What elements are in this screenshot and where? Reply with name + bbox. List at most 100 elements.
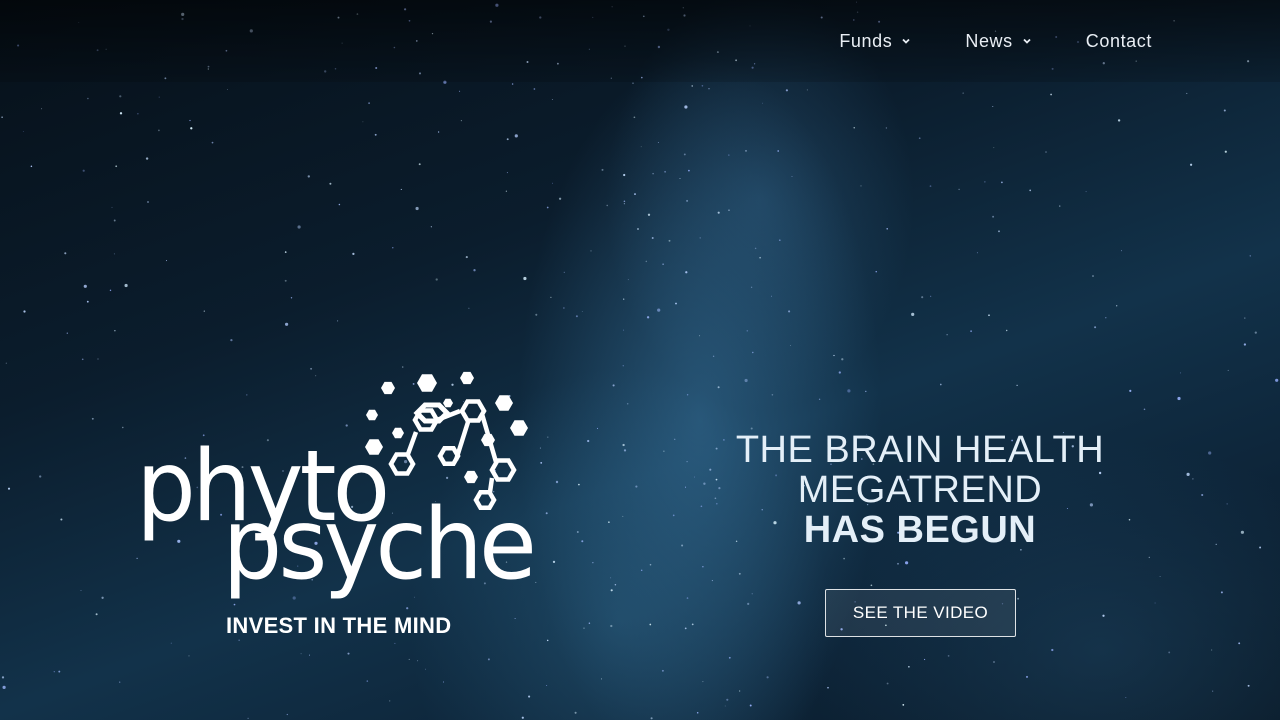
- star: [601, 168, 604, 171]
- star: [686, 199, 689, 202]
- see-the-video-button[interactable]: SEE THE VIDEO: [825, 589, 1016, 637]
- star: [473, 269, 476, 272]
- star: [578, 483, 580, 486]
- star: [778, 239, 781, 242]
- star: [545, 512, 548, 515]
- star: [80, 589, 82, 592]
- star: [623, 449, 627, 452]
- star: [632, 82, 634, 84]
- star: [66, 332, 68, 334]
- star: [588, 622, 591, 625]
- nav-item-label: Contact: [1085, 30, 1152, 51]
- star: [1121, 250, 1123, 252]
- star: [119, 112, 123, 115]
- hexagon-solid: [366, 409, 378, 421]
- star: [885, 127, 888, 129]
- star: [649, 563, 652, 566]
- star: [284, 251, 287, 253]
- hero-section: Funds News Contact phyto psyche INVEST I…: [0, 0, 1280, 720]
- star: [984, 181, 986, 183]
- star: [82, 169, 85, 172]
- star: [930, 295, 932, 297]
- star: [352, 252, 355, 256]
- star: [847, 389, 851, 393]
- star: [833, 354, 835, 357]
- nav-item-contact[interactable]: Contact: [1086, 28, 1152, 54]
- star: [1243, 343, 1247, 346]
- star: [691, 623, 694, 626]
- star: [745, 150, 747, 152]
- star: [635, 485, 638, 488]
- star: [717, 386, 720, 389]
- star: [81, 358, 84, 361]
- hero-headline: THE BRAIN HEALTH MEGATREND HAS BEGUN: [700, 430, 1140, 550]
- star: [646, 316, 650, 319]
- molecule-bond: [453, 421, 471, 461]
- star: [307, 175, 310, 178]
- nav-item-news[interactable]: News: [965, 28, 1031, 54]
- molecule-bond: [405, 431, 419, 455]
- star: [684, 627, 687, 630]
- star: [574, 711, 577, 714]
- star: [1275, 378, 1279, 382]
- star: [746, 330, 749, 332]
- star: [30, 165, 33, 168]
- hexagon-solid: [510, 420, 528, 436]
- star: [752, 351, 754, 354]
- star: [993, 661, 995, 663]
- star: [921, 296, 924, 299]
- star: [717, 211, 720, 214]
- star: [958, 188, 960, 191]
- star: [843, 557, 845, 560]
- star: [417, 660, 419, 662]
- star: [592, 562, 594, 564]
- star: [623, 200, 626, 203]
- star: [754, 247, 757, 250]
- star: [1059, 205, 1061, 207]
- star: [53, 671, 55, 673]
- star: [511, 83, 514, 85]
- star: [902, 703, 905, 706]
- star: [699, 237, 701, 239]
- star: [674, 438, 676, 440]
- star: [627, 279, 629, 281]
- star: [1050, 93, 1052, 96]
- star: [374, 133, 377, 136]
- brand-tagline: INVEST IN THE MIND: [226, 613, 452, 638]
- star: [1025, 675, 1029, 678]
- star: [1220, 591, 1223, 594]
- star: [886, 228, 888, 230]
- phytopsyche-logo[interactable]: phyto psyche: [138, 370, 538, 650]
- star: [523, 276, 527, 281]
- star: [918, 137, 921, 140]
- star: [247, 717, 249, 720]
- star: [1223, 109, 1226, 112]
- star: [633, 116, 636, 119]
- star: [58, 670, 61, 673]
- star: [1186, 92, 1188, 94]
- star: [623, 298, 625, 300]
- star: [664, 170, 666, 173]
- star: [533, 88, 536, 90]
- star: [285, 322, 289, 326]
- star: [612, 384, 615, 387]
- star: [684, 486, 687, 488]
- star: [596, 427, 599, 429]
- star: [610, 589, 613, 592]
- star: [329, 182, 332, 185]
- star: [362, 121, 364, 123]
- star: [614, 584, 617, 586]
- star: [1192, 478, 1194, 480]
- star: [728, 209, 730, 211]
- star: [841, 358, 844, 361]
- star: [124, 283, 128, 288]
- star: [662, 263, 664, 265]
- star: [992, 215, 995, 218]
- star: [1051, 648, 1054, 652]
- star: [738, 572, 741, 575]
- nav-item-funds[interactable]: Funds: [839, 28, 911, 54]
- star: [992, 106, 994, 107]
- headline-line-2: MEGATREND: [797, 469, 1043, 511]
- star: [563, 307, 565, 309]
- star: [230, 338, 233, 342]
